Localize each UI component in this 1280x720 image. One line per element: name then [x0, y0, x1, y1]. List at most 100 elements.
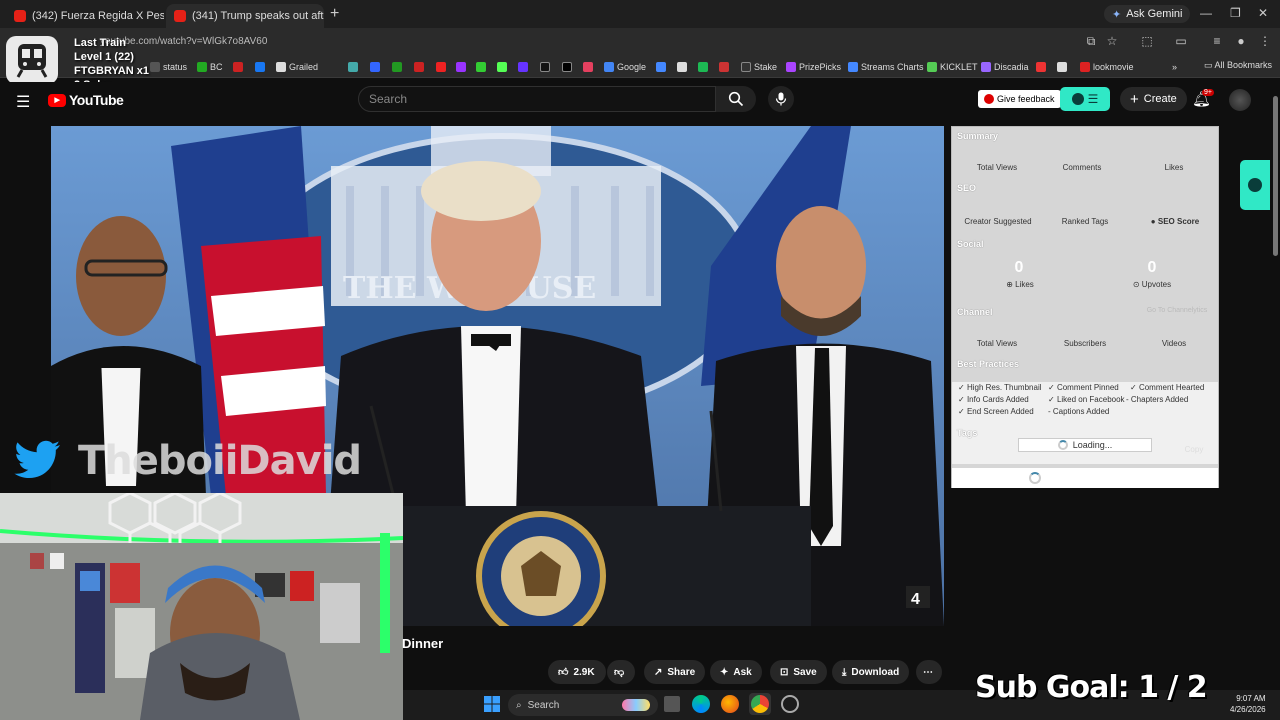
minimize-icon[interactable]: — — [1200, 6, 1212, 20]
bookmark-item[interactable] — [233, 60, 243, 74]
extensions-icon[interactable]: ⬚ — [1140, 34, 1154, 48]
summary-likes: Likes — [1164, 163, 1184, 172]
profile-icon[interactable]: ● — [1234, 34, 1248, 48]
bookmark-icon — [1057, 62, 1067, 72]
menu-icon: ☰ — [1087, 92, 1099, 106]
streamer-watermark: TheboiiDavid — [78, 438, 362, 484]
channelytics-link[interactable]: Go To Channelytics — [1138, 307, 1216, 314]
maximize-icon[interactable]: ❐ — [1230, 6, 1241, 20]
bookmark-item[interactable] — [518, 60, 528, 74]
bookmark-item[interactable]: PrizePicks — [786, 60, 841, 74]
bookmark-icon — [583, 62, 593, 72]
bookmark-item[interactable] — [414, 60, 424, 74]
windows-start-icon[interactable] — [484, 696, 500, 712]
bookmark-item[interactable]: Streams Charts — [848, 60, 924, 74]
bookmark-item[interactable] — [698, 60, 708, 74]
media-icon[interactable]: ≡ — [1210, 34, 1224, 48]
bookmark-item[interactable] — [456, 60, 466, 74]
bookmark-item[interactable]: Stake — [741, 60, 777, 74]
firefox-icon[interactable] — [721, 695, 739, 713]
bookmark-icon — [370, 62, 380, 72]
bookmark-item[interactable] — [540, 60, 550, 74]
browser-tab[interactable]: (342) Fuerza Regida X Peso Plu × — [6, 4, 164, 28]
sidepanel-icon[interactable]: ▭ — [1174, 34, 1188, 48]
bookmark-item[interactable]: Google — [604, 60, 646, 74]
bookmark-item[interactable] — [1036, 60, 1046, 74]
search-icon — [728, 91, 744, 107]
new-tab-button[interactable]: + — [330, 5, 339, 23]
ask-gemini-button[interactable]: ✦ Ask Gemini — [1104, 5, 1191, 23]
bookmark-item[interactable]: Grailed — [276, 60, 318, 74]
close-window-icon[interactable]: ✕ — [1258, 6, 1268, 20]
more-actions-button[interactable]: ⋯ — [916, 660, 942, 684]
search-input[interactable] — [358, 86, 716, 112]
bookmark-item[interactable] — [497, 60, 507, 74]
install-icon[interactable]: ⧉ — [1084, 34, 1098, 48]
social-likes-value: 0 — [1014, 259, 1024, 276]
bookmark-item[interactable]: Discadia — [981, 60, 1029, 74]
chrome-taskbar-button[interactable] — [749, 693, 771, 715]
bookmark-item[interactable] — [562, 60, 572, 74]
bookmark-icon — [927, 62, 937, 72]
bookmark-item[interactable] — [436, 60, 446, 74]
bookmark-icon — [981, 62, 991, 72]
app-icon[interactable] — [781, 695, 799, 713]
edge-icon[interactable] — [692, 695, 710, 713]
browser-tab-active[interactable]: (341) Trump speaks out afte × — [166, 4, 324, 28]
taskbar-search[interactable]: ⌕ Search — [508, 694, 658, 716]
bookmark-item[interactable]: KICKLET — [927, 60, 978, 74]
bookmark-item[interactable] — [677, 60, 687, 74]
voice-search-button[interactable] — [768, 86, 794, 112]
scrollbar-thumb[interactable] — [1273, 96, 1278, 256]
share-button[interactable]: ↗ Share — [644, 660, 706, 684]
give-feedback-button[interactable]: Give feedback — [978, 90, 1061, 108]
create-button[interactable]: + Create — [1120, 87, 1187, 111]
panel-footer — [952, 468, 1218, 488]
more-dots-icon: ⋯ — [923, 666, 933, 678]
bookmark-item[interactable] — [719, 60, 729, 74]
like-count: 2.9K — [573, 666, 595, 678]
bookmarks-overflow-icon[interactable]: » — [1172, 60, 1177, 74]
bookmark-item[interactable] — [476, 60, 486, 74]
train-graphic — [16, 44, 48, 78]
bookmark-item[interactable] — [348, 60, 358, 74]
tags-copy-button[interactable]: Copy — [1178, 445, 1210, 454]
save-label: Save — [793, 666, 817, 678]
share-label: Share — [667, 666, 696, 678]
bookmark-star-icon[interactable]: ☆ — [1105, 34, 1119, 48]
bookmark-item[interactable] — [370, 60, 380, 74]
bookmark-item[interactable] — [1057, 60, 1067, 74]
system-clock[interactable]: 9:07 AM 4/26/2026 — [1230, 693, 1266, 715]
bookmark-icon — [786, 62, 796, 72]
like-button[interactable]: 👍︎ 2.9K — [548, 660, 606, 684]
dislike-button[interactable]: 👎︎ — [607, 660, 635, 684]
clock-time: 9:07 AM — [1236, 694, 1266, 703]
seo-creator-suggested: Creator Suggested — [964, 217, 1032, 226]
youtube-logo[interactable]: ▶ YouTube — [48, 92, 124, 108]
seo-score[interactable]: ● SEO Score — [1142, 217, 1208, 226]
download-button[interactable]: ⤓ Download — [832, 660, 910, 684]
bookmark-item[interactable]: status — [150, 60, 187, 74]
bookmark-item[interactable] — [255, 60, 265, 74]
gemini-icon: ✦ — [1112, 8, 1122, 21]
save-button[interactable]: ⊡ Save — [770, 660, 827, 684]
tubebuddy-side-tab[interactable] — [1240, 160, 1270, 210]
account-avatar[interactable] — [1229, 89, 1251, 111]
ask-button[interactable]: ✦ Ask — [710, 660, 762, 684]
bookmark-item[interactable]: BC — [197, 60, 223, 74]
bookmark-item[interactable]: lookmovie — [1080, 60, 1134, 74]
bp-item: ✓ Info Cards Added — [958, 395, 1029, 404]
all-bookmarks[interactable]: ▭ All Bookmarks — [1204, 60, 1272, 71]
search-button[interactable] — [716, 86, 756, 112]
task-view-icon[interactable] — [664, 696, 680, 712]
page-scrollbar[interactable] — [1271, 82, 1280, 690]
bookmark-item[interactable] — [392, 60, 402, 74]
bp-label: Info Cards Added — [966, 395, 1029, 404]
ask-label: Ask — [733, 666, 752, 678]
youtube-favicon-icon — [174, 10, 186, 22]
bookmark-item[interactable] — [583, 60, 593, 74]
tubebuddy-menu-button[interactable]: ☰ — [1060, 87, 1110, 111]
bookmark-item[interactable] — [656, 60, 666, 74]
menu-dots-icon[interactable]: ⋮ — [1258, 34, 1272, 48]
hamburger-menu-icon[interactable]: ☰ — [16, 92, 30, 112]
